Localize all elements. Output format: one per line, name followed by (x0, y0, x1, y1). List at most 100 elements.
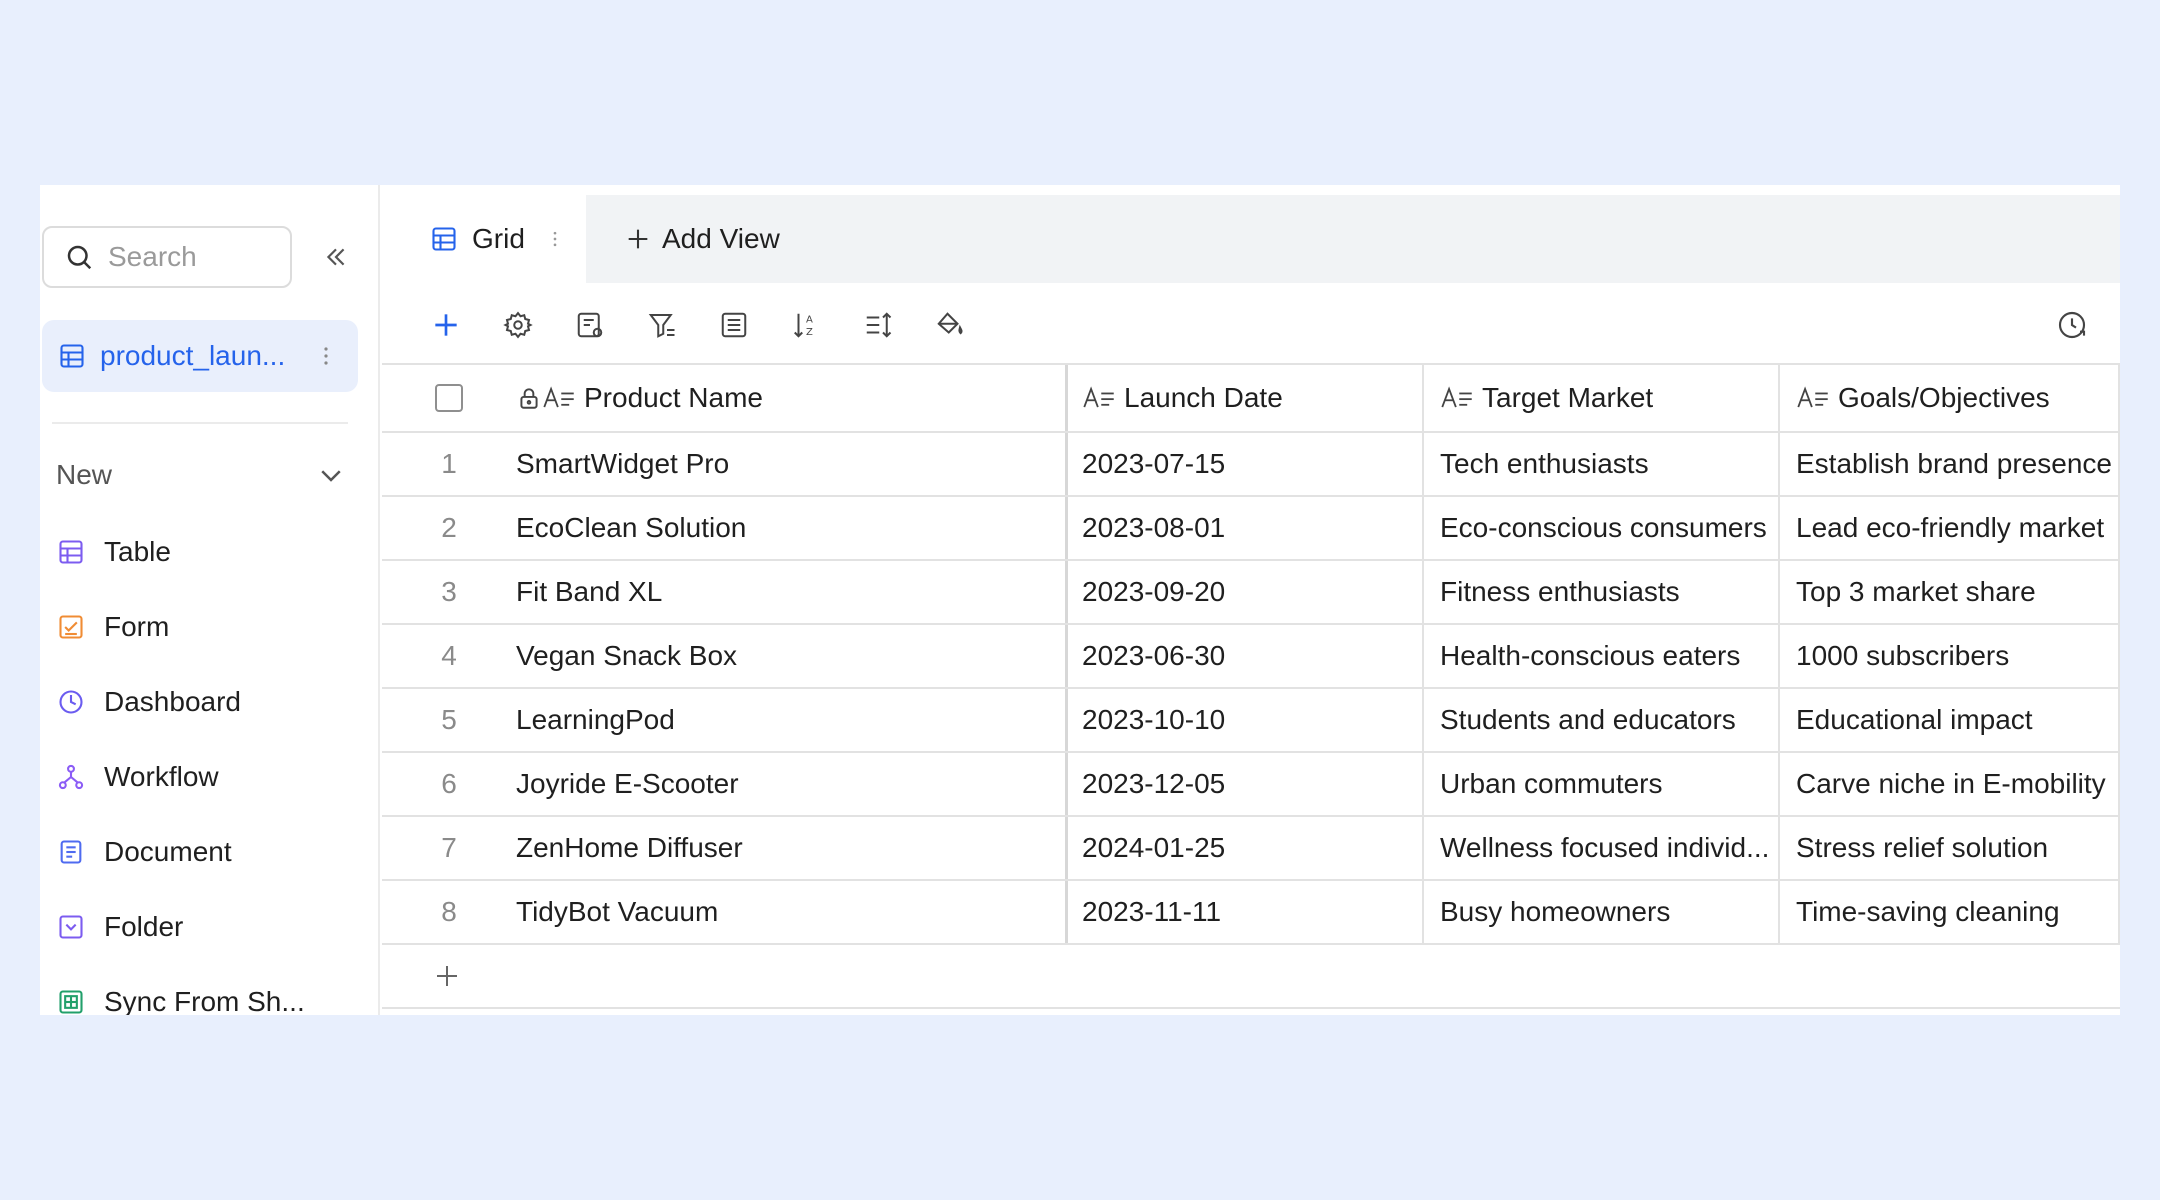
sidebar-item-label: Folder (104, 911, 184, 942)
cell-goals[interactable]: Top 3 market share (1780, 561, 2120, 623)
sidebar-item-current-doc[interactable]: product_laun... (42, 320, 358, 392)
collapse-sidebar-button[interactable] (318, 239, 354, 275)
cell-target-market[interactable]: Eco-conscious consumers (1424, 497, 1780, 559)
search-input[interactable]: Search (42, 226, 292, 288)
dashboard-icon (56, 687, 86, 717)
lock-icon (520, 388, 538, 409)
more-vertical-icon[interactable] (314, 344, 338, 368)
cell-launch-date[interactable]: 2023-07-15 (1068, 433, 1424, 495)
select-all-checkbox[interactable] (435, 384, 463, 412)
cell-product-name[interactable]: SmartWidget Pro (516, 433, 1068, 495)
cell-target-market[interactable]: Health-conscious eaters (1424, 625, 1780, 687)
divider (52, 422, 348, 424)
sidebar-item-sync-sheet[interactable]: Sync From Sh... (56, 980, 305, 1015)
sidebar-item-form[interactable]: Form (56, 605, 169, 649)
table-row[interactable]: 4 Vegan Snack Box 2023-06-30 Health-cons… (382, 625, 2120, 689)
text-field-icon (1441, 386, 1472, 408)
row-index: 4 (441, 640, 457, 671)
column-header-product-name[interactable]: Product Name (516, 365, 1068, 431)
chevron-down-icon (321, 470, 341, 482)
cell-target-market[interactable]: Busy homeowners (1424, 881, 1780, 943)
table-header: Product Name Launch Date Target Market G… (382, 365, 2120, 433)
add-row-button[interactable] (382, 945, 2120, 1009)
cell-product-name[interactable]: TidyBot Vacuum (516, 881, 1068, 943)
cell-goals[interactable]: Stress relief solution (1780, 817, 2120, 879)
table-row[interactable]: 8 TidyBot Vacuum 2023-11-11 Busy homeown… (382, 881, 2120, 945)
cell-goals[interactable]: Establish brand presence (1780, 433, 2120, 495)
filter-icon (648, 314, 675, 338)
cell-target-market[interactable]: Urban commuters (1424, 753, 1780, 815)
sidebar-item-workflow[interactable]: Workflow (56, 755, 219, 799)
more-vertical-icon[interactable] (545, 227, 565, 251)
plus-icon (628, 229, 648, 249)
document-icon (56, 837, 86, 867)
settings-button[interactable] (498, 305, 538, 345)
sidebar-item-label: Document (104, 836, 232, 867)
cell-goals[interactable]: Educational impact (1780, 689, 2120, 751)
cell-product-name[interactable]: Vegan Snack Box (516, 625, 1068, 687)
table-row[interactable]: 6 Joyride E-Scooter 2023-12-05 Urban com… (382, 753, 2120, 817)
form-settings-icon (577, 312, 603, 338)
table-row[interactable]: 1 SmartWidget Pro 2023-07-15 Tech enthus… (382, 433, 2120, 497)
cell-launch-date[interactable]: 2023-11-11 (1068, 881, 1424, 943)
cell-product-name[interactable]: Fit Band XL (516, 561, 1068, 623)
cell-target-market[interactable]: Fitness enthusiasts (1424, 561, 1780, 623)
app-window: Search product_laun... New Table Form Da… (40, 185, 2120, 1015)
table-row[interactable]: 7 ZenHome Diffuser 2024-01-25 Wellness f… (382, 817, 2120, 881)
column-header-launch-date[interactable]: Launch Date (1068, 365, 1424, 431)
sidebar-item-document[interactable]: Document (56, 830, 232, 874)
select-all-cell[interactable] (382, 365, 516, 431)
cell-goals[interactable]: Lead eco-friendly market (1780, 497, 2120, 559)
cell-target-market[interactable]: Wellness focused individ... (1424, 817, 1780, 879)
sidebar-item-label: Table (104, 536, 171, 567)
cell-product-name[interactable]: EcoClean Solution (516, 497, 1068, 559)
current-doc-label: product_laun... (100, 340, 286, 371)
text-field-icon (1797, 386, 1828, 408)
group-button[interactable] (714, 305, 754, 345)
cell-goals[interactable]: Carve niche in E-mobility (1780, 753, 2120, 815)
data-grid: Product Name Launch Date Target Market G… (382, 363, 2120, 1009)
add-record-button[interactable] (426, 305, 466, 345)
search-placeholder: Search (108, 241, 197, 272)
table-row[interactable]: 3 Fit Band XL 2023-09-20 Fitness enthusi… (382, 561, 2120, 625)
cell-target-market[interactable]: Students and educators (1424, 689, 1780, 751)
field-settings-button[interactable] (570, 305, 610, 345)
cell-launch-date[interactable]: 2023-12-05 (1068, 753, 1424, 815)
cell-launch-date[interactable]: 2023-10-10 (1068, 689, 1424, 751)
row-height-button[interactable] (858, 305, 898, 345)
sidebar-item-label: Dashboard (104, 686, 241, 717)
tab-grid[interactable]: Grid (382, 195, 586, 283)
cell-launch-date[interactable]: 2023-06-30 (1068, 625, 1424, 687)
history-icon (2058, 311, 2086, 339)
table-row[interactable]: 5 LearningPod 2023-10-10 Students and ed… (382, 689, 2120, 753)
folder-icon (56, 912, 86, 942)
fill-color-button[interactable] (930, 305, 970, 345)
column-header-label: Goals/Objectives (1838, 382, 2050, 413)
cell-launch-date[interactable]: 2023-08-01 (1068, 497, 1424, 559)
sort-button[interactable]: AZ (786, 305, 826, 345)
cell-product-name[interactable]: Joyride E-Scooter (516, 753, 1068, 815)
cell-target-market[interactable]: Tech enthusiasts (1424, 433, 1780, 495)
new-section-toggle[interactable]: New (56, 455, 346, 495)
history-button[interactable] (2052, 305, 2092, 345)
sidebar-item-table[interactable]: Table (56, 530, 171, 574)
cell-launch-date[interactable]: 2024-01-25 (1068, 817, 1424, 879)
add-view-label: Add View (662, 223, 780, 254)
sidebar-item-dashboard[interactable]: Dashboard (56, 680, 241, 724)
add-view-button[interactable]: Add View (624, 195, 780, 283)
cell-goals[interactable]: 1000 subscribers (1780, 625, 2120, 687)
cell-product-name[interactable]: LearningPod (516, 689, 1068, 751)
column-header-goals[interactable]: Goals/Objectives (1780, 365, 2120, 431)
cell-goals[interactable]: Time-saving cleaning (1780, 881, 2120, 943)
cell-product-name[interactable]: ZenHome Diffuser (516, 817, 1068, 879)
row-index: 7 (441, 832, 457, 863)
gear-icon (503, 311, 533, 339)
tab-grid-label: Grid (472, 223, 525, 254)
cell-launch-date[interactable]: 2023-09-20 (1068, 561, 1424, 623)
filter-button[interactable] (642, 305, 682, 345)
sidebar-item-folder[interactable]: Folder (56, 905, 183, 949)
svg-text:Z: Z (806, 327, 813, 338)
column-header-target-market[interactable]: Target Market (1424, 365, 1780, 431)
sidebar-item-label: Workflow (104, 761, 219, 792)
table-row[interactable]: 2 EcoClean Solution 2023-08-01 Eco-consc… (382, 497, 2120, 561)
